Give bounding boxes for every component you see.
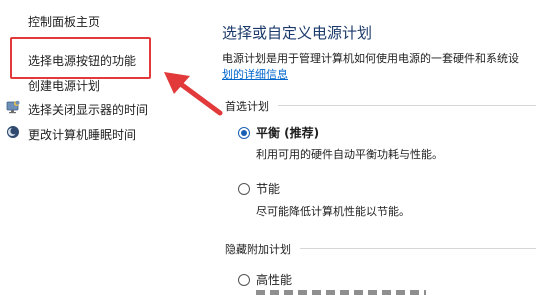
section-divider: [278, 105, 536, 106]
preferred-plans-heading: 首选计划: [225, 100, 269, 113]
balanced-plan-description: 利用可用的硬件自动平衡功耗与性能。: [256, 148, 443, 161]
annotation-arrow: [164, 72, 223, 116]
section-divider: [300, 248, 536, 249]
power-saver-plan-description: 尽可能降低计算机性能以节能。: [256, 205, 410, 218]
page-description: 电源计划是用于管理计算机如何使用电源的一套硬件和系统设: [222, 52, 519, 65]
hidden-plans-heading[interactable]: 隐藏附加计划: [225, 241, 291, 257]
power-saver-plan-name[interactable]: 节能: [256, 180, 280, 197]
high-performance-plan-name[interactable]: 高性能: [256, 271, 292, 288]
sidebar-item-display-off-time[interactable]: 选择关闭显示器的时间: [28, 101, 148, 118]
sleep-moon-icon: [7, 126, 19, 138]
sidebar-item-sleep-time[interactable]: 更改计算机睡眠时间: [28, 126, 136, 143]
page-title: 选择或自定义电源计划: [222, 24, 373, 42]
sidebar-item-create-power-plan[interactable]: 创建电源计划: [28, 77, 100, 94]
balanced-plan-name[interactable]: 平衡 (推荐): [256, 124, 319, 141]
plan-details-link[interactable]: 划的详细信息: [222, 66, 288, 82]
high-performance-plan-radio[interactable]: [238, 274, 250, 286]
annotation-highlight-box: [10, 37, 151, 79]
sidebar-item-control-panel-home[interactable]: 控制面板主页: [28, 13, 100, 30]
balanced-plan-radio[interactable]: [238, 127, 250, 139]
monitor-moon-icon: [6, 100, 20, 114]
power-saver-plan-radio[interactable]: [238, 183, 250, 195]
cut-off-text-line: [256, 290, 426, 295]
